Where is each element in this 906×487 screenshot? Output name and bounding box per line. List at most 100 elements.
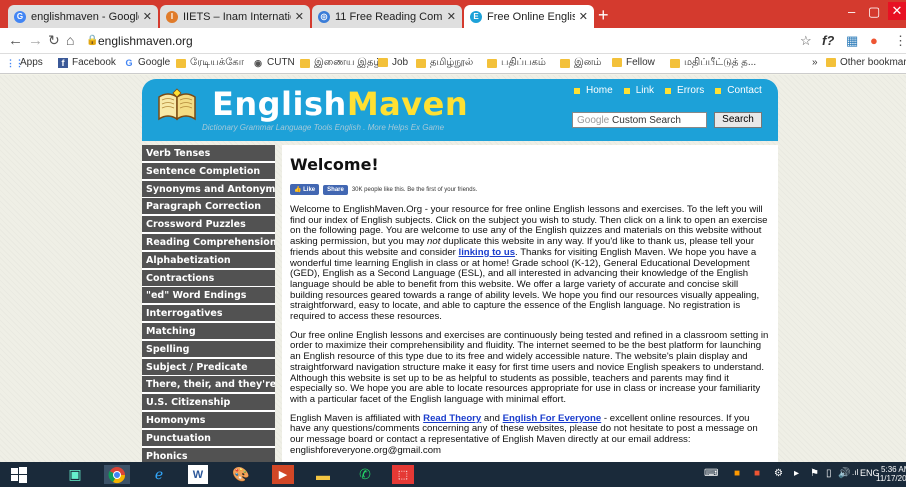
reload-icon[interactable]: ↻ (48, 32, 60, 49)
bookmark-folder[interactable]: பதிப்பகம் (487, 57, 546, 69)
bookmark-folder[interactable]: Job (378, 57, 408, 68)
forward-icon[interactable]: → (28, 32, 43, 49)
volume-icon[interactable]: 🔊 (838, 468, 850, 479)
whatsapp-icon[interactable]: ✆ (352, 465, 378, 484)
sidebar-item[interactable]: Verb Tenses (142, 145, 275, 162)
back-icon[interactable]: ← (8, 32, 23, 49)
bullet-icon (623, 87, 630, 94)
bookmark-folder[interactable]: இணைய இதழ் (300, 57, 382, 69)
windows-start-icon[interactable] (6, 465, 32, 484)
sidebar-item[interactable]: "ed" Word Endings (142, 287, 275, 305)
site-logo-text[interactable]: EnglishMaven (212, 85, 468, 123)
english-for-everyone-link[interactable]: English For Everyone (503, 413, 602, 424)
bookmark-facebook[interactable]: f Facebook (58, 57, 116, 68)
address-bar-row: ← → ↻ ⌂ 🔒 englishmaven.org ☆ f? ▦ ● ⋮ (0, 28, 906, 54)
linking-to-us-link[interactable]: linking to us (459, 247, 516, 258)
extension-icon[interactable]: f? (822, 33, 834, 48)
file-explorer-icon[interactable]: ▬ (310, 465, 336, 484)
sidebar-item[interactable]: Spelling (142, 340, 275, 358)
read-theory-link[interactable]: Read Theory (423, 413, 481, 424)
acrobat-icon[interactable]: ⬚ (392, 465, 414, 484)
close-window-icon[interactable]: ✕ (888, 2, 906, 20)
bullet-icon (665, 87, 672, 94)
edge-icon[interactable]: ℯ (146, 465, 172, 484)
sidebar-item[interactable]: Alphabetization (142, 251, 275, 269)
sidebar-item[interactable]: There, their, and they're (142, 376, 275, 394)
new-tab-button[interactable]: + (598, 6, 609, 24)
lock-icon: 🔒 (86, 35, 99, 46)
site-search-input[interactable]: Google Custom Search (572, 112, 707, 128)
sidebar-item[interactable]: Sentence Completion (142, 162, 275, 180)
word-icon[interactable]: W (188, 465, 208, 484)
sidebar-item[interactable]: Punctuation (142, 429, 275, 447)
bookmark-star-icon[interactable]: ☆ (800, 33, 812, 49)
sidebar-item[interactable]: Reading Comprehension (142, 233, 275, 251)
extension-icon[interactable]: ▦ (846, 33, 858, 49)
sidebar-item[interactable]: Interrogatives (142, 305, 275, 323)
search-button[interactable]: Search (714, 112, 762, 128)
fb-like-button[interactable]: 👍 Like (290, 184, 320, 195)
sidebar-item[interactable]: Homonyms (142, 411, 275, 429)
folder-icon (826, 58, 836, 67)
other-bookmarks[interactable]: Other bookmark (826, 57, 906, 68)
taskbar-clock[interactable]: 5:36 AM11/17/2019 (876, 465, 906, 483)
minimize-icon[interactable]: – (848, 4, 855, 19)
bookmark-folder[interactable]: Fellow (612, 57, 655, 68)
store-icon[interactable]: ▣ (62, 465, 88, 484)
home-icon[interactable]: ⌂ (66, 32, 74, 48)
tray-icon[interactable]: ■ (754, 468, 760, 479)
browser-tab[interactable]: G englishmaven - Google Search ✕ (8, 5, 158, 28)
bookmark-cutn[interactable]: ◉ CUTN (253, 57, 295, 68)
folder-icon (300, 58, 310, 68)
profile-avatar-icon[interactable]: ● (870, 33, 878, 48)
nav-link[interactable]: Link (623, 85, 654, 96)
browser-tab-active[interactable]: E Free Online English Lessons and ✕ (464, 5, 594, 28)
menu-icon[interactable]: ⋮ (894, 33, 906, 49)
sidebar-item[interactable]: Crossword Puzzles (142, 216, 275, 234)
nav-home[interactable]: Home (574, 85, 613, 96)
tray-icon[interactable]: ⚙ (774, 468, 783, 479)
browser-tab[interactable]: I IIETS – Inam International E-Jour ✕ (160, 5, 310, 28)
sidebar-item[interactable]: Subject / Predicate (142, 358, 275, 376)
bookmark-folder[interactable]: மதிப்பீட்டுத் த... (670, 57, 756, 69)
site-container: EnglishMaven Dictionary Grammar Language… (142, 79, 778, 483)
close-tab-icon[interactable]: ✕ (447, 10, 456, 23)
keyboard-icon[interactable]: ⌨ (704, 468, 718, 479)
chrome-icon[interactable] (104, 465, 130, 484)
tray-icon[interactable]: ▸ (794, 468, 799, 479)
paint-icon[interactable]: 🎨 (228, 465, 254, 484)
folder-icon (487, 58, 497, 68)
close-tab-icon[interactable]: ✕ (579, 10, 588, 23)
tray-icon[interactable]: ■ (734, 468, 740, 479)
sidebar-item[interactable]: Paragraph Correction (142, 198, 275, 216)
more-bookmarks-button[interactable]: » (812, 57, 818, 68)
maximize-icon[interactable]: ▢ (868, 4, 880, 20)
bookmark-google[interactable]: G Google (124, 57, 170, 68)
nav-contact[interactable]: Contact (715, 85, 762, 96)
intro-paragraph: Welcome to EnglishMaven.Org - your resou… (290, 204, 768, 323)
battery-icon[interactable]: ▯ (826, 468, 832, 479)
flag-icon[interactable]: ⚑ (810, 468, 819, 479)
folder-icon (670, 58, 680, 68)
close-tab-icon[interactable]: ✕ (143, 10, 152, 23)
signal-icon[interactable]: .ıl (852, 468, 858, 477)
powerpoint-icon[interactable]: ▶ (272, 465, 294, 484)
page-title: Welcome! (290, 155, 379, 174)
sidebar-item[interactable]: Contractions (142, 269, 275, 287)
browser-tab[interactable]: ◎ 11 Free Reading Comprehension ✕ (312, 5, 462, 28)
header-nav: Home Link Errors Contact (574, 85, 773, 96)
tab-title: Free Online English Lessons and (487, 10, 575, 23)
bookmark-folder[interactable]: ரேடியக்கோ (176, 57, 244, 69)
sidebar-item[interactable]: Synonyms and Antonyms (142, 180, 275, 198)
globe-icon: ◉ (254, 57, 262, 68)
bookmark-folder[interactable]: தமிழ்நூல் (416, 57, 473, 69)
folder-icon (560, 58, 570, 68)
url-field[interactable]: englishmaven.org (98, 34, 193, 48)
nav-errors[interactable]: Errors (665, 85, 704, 96)
sidebar-item[interactable]: U.S. Citizenship (142, 394, 275, 412)
bookmark-folder[interactable]: இனம் (560, 57, 601, 69)
fb-share-button[interactable]: Share (323, 184, 348, 195)
sidebar-item[interactable]: Matching (142, 322, 275, 340)
close-tab-icon[interactable]: ✕ (295, 10, 304, 23)
bookmark-apps[interactable]: ⋮⋮ Apps (6, 57, 43, 68)
